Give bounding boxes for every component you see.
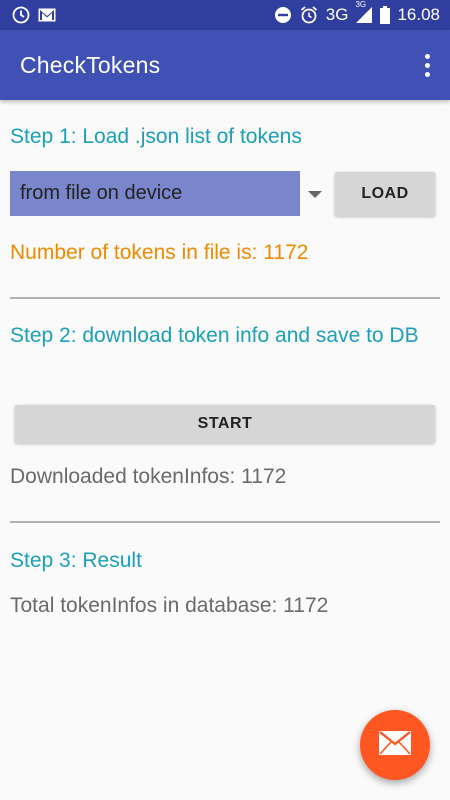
load-button[interactable]: LOAD [335, 172, 435, 216]
clock-icon [12, 6, 30, 24]
downloaded-text: Downloaded tokenInfos: 1172 [10, 465, 287, 488]
status-bar: 3G 3G 16.08 [0, 0, 450, 30]
step1-title: Step 1: Load .json list of tokens [10, 125, 302, 148]
network-type: 3G [325, 5, 349, 24]
alarm-icon [299, 5, 319, 25]
gmail-icon [38, 8, 56, 22]
start-button[interactable]: START [15, 405, 435, 443]
app-bar: CheckTokens [0, 30, 450, 100]
mail-fab-button[interactable] [360, 710, 430, 780]
source-select-value: from file on device [20, 182, 183, 204]
divider [10, 297, 440, 299]
battery-icon [380, 6, 391, 24]
token-count-text: Number of tokens in file is: 1172 [10, 241, 309, 264]
divider [10, 521, 440, 523]
step2-title: Step 2: download token info and save to … [10, 324, 419, 347]
source-select[interactable]: from file on device [10, 171, 300, 216]
total-text: Total tokenInfos in database: 1172 [10, 594, 329, 617]
do-not-disturb-icon [274, 6, 292, 24]
network-super: 3G [355, 0, 367, 9]
signal-icon: 3G [355, 0, 373, 24]
mail-icon [379, 730, 411, 760]
app-title: CheckTokens [20, 51, 161, 78]
step3-title: Step 3: Result [10, 549, 142, 572]
chevron-down-icon[interactable] [308, 191, 322, 198]
more-vert-icon[interactable] [418, 50, 436, 80]
status-time: 16.08 [397, 5, 440, 24]
